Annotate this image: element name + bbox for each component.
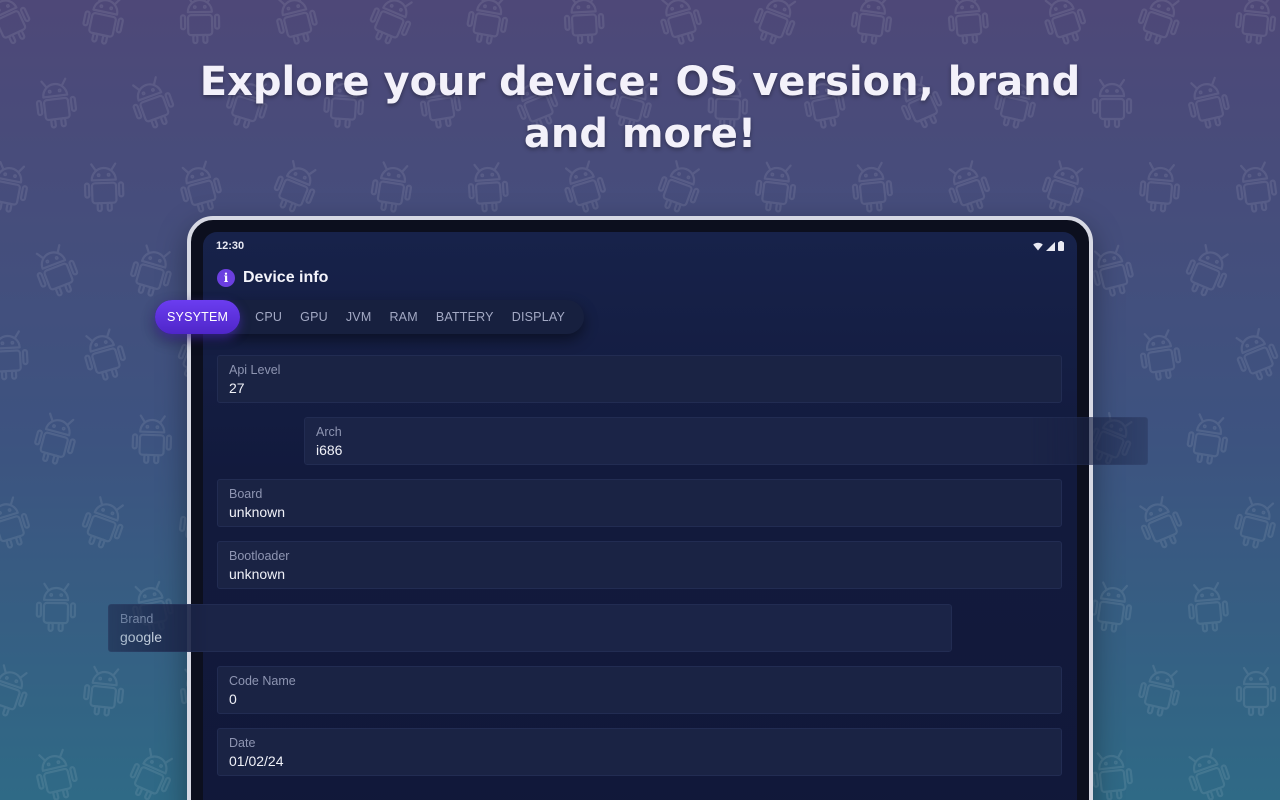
android-robot-icon	[35, 582, 77, 633]
android-robot-icon	[84, 328, 126, 381]
android-robot-icon	[131, 414, 173, 465]
info-card-code-name[interactable]: Code Name 0	[217, 666, 1062, 714]
android-robot-icon	[0, 161, 28, 213]
headline-line-1: Explore your device: OS version, brand	[199, 59, 1081, 105]
android-robot-icon	[1235, 328, 1279, 381]
tab-bar: SYSYTEM CPU GPU JVM RAM BATTERY DISPLAY	[155, 300, 585, 334]
android-robot-icon	[563, 0, 605, 45]
android-robot-icon	[1188, 748, 1231, 800]
android-robot-icon	[1269, 739, 1280, 800]
status-time: 12:30	[216, 240, 245, 252]
android-robot-icon	[130, 244, 172, 297]
info-label: Arch	[316, 425, 342, 439]
android-robot-icon	[1041, 160, 1084, 213]
device-screen: 12:30 i Device info SYSYTEM CPU GPU JVM …	[108, 232, 1148, 800]
tab-battery[interactable]: BATTERY	[427, 300, 503, 334]
info-value: unknown	[229, 504, 286, 520]
info-card-bootloader[interactable]: Bootloader unknown	[217, 541, 1062, 589]
android-robot-icon	[947, 0, 989, 45]
android-robot-icon	[180, 160, 222, 213]
android-robot-icon	[1138, 664, 1180, 717]
tab-system[interactable]: SYSYTEM	[155, 300, 241, 334]
android-robot-icon	[83, 162, 125, 213]
status-bar: 12:30	[216, 238, 1064, 254]
android-robot-icon	[1274, 408, 1280, 468]
headline: Explore your device: OS version, brand a…	[0, 56, 1280, 160]
android-robot-icon	[851, 161, 893, 213]
android-robot-icon	[1044, 0, 1087, 45]
android-robot-icon	[466, 0, 509, 45]
android-robot-icon	[36, 748, 78, 800]
android-robot-icon	[1235, 161, 1278, 213]
tab-ram[interactable]: RAM	[380, 300, 426, 334]
info-value: 0	[229, 691, 237, 707]
android-robot-icon	[35, 244, 79, 297]
wifi-icon	[1033, 242, 1043, 250]
headline-line-2: and more!	[523, 111, 757, 157]
android-robot-icon	[657, 160, 700, 213]
android-robot-icon	[1235, 0, 1277, 45]
android-robot-icon	[82, 0, 124, 45]
android-robot-icon	[1235, 666, 1277, 717]
android-robot-icon	[83, 665, 125, 717]
info-value: 27	[229, 380, 245, 396]
tab-jvm[interactable]: JVM	[337, 300, 381, 334]
info-value: 01/02/24	[229, 753, 284, 769]
info-label: Bootloader	[229, 549, 290, 563]
android-robot-icon	[370, 161, 413, 213]
info-card-brand[interactable]: Brand google	[108, 604, 952, 652]
info-card-arch[interactable]: Arch i686	[304, 417, 1148, 465]
android-robot-icon	[1139, 329, 1182, 381]
info-label: Date	[229, 736, 256, 750]
info-card-date[interactable]: Date 01/02/24	[217, 728, 1062, 776]
battery-icon	[1058, 241, 1064, 251]
android-robot-icon	[1137, 0, 1180, 45]
android-robot-icon	[1234, 496, 1276, 549]
android-robot-icon	[273, 160, 317, 213]
info-card-api-level[interactable]: Api Level 27	[217, 355, 1062, 403]
android-robot-icon	[1272, 238, 1280, 303]
app-title: Device info	[243, 269, 329, 286]
tab-cpu[interactable]: CPU	[246, 300, 291, 334]
info-value: google	[120, 629, 163, 645]
tablet-frame: 12:30 i Device info SYSYTEM CPU GPU JVM …	[108, 216, 1148, 800]
android-robot-icon	[467, 162, 509, 213]
info-value: unknown	[229, 566, 286, 582]
tab-display[interactable]: DISPLAY	[503, 300, 574, 334]
android-robot-icon	[81, 496, 124, 549]
info-icon: i	[217, 269, 235, 287]
android-robot-icon	[369, 0, 413, 45]
android-robot-icon	[1185, 243, 1229, 297]
android-robot-icon	[1269, 571, 1280, 642]
android-robot-icon	[1139, 495, 1183, 549]
info-label: Board	[229, 487, 263, 501]
status-icons	[1033, 241, 1064, 251]
app-bar: i Device info	[217, 266, 328, 290]
android-robot-icon	[1187, 581, 1229, 633]
android-robot-icon	[0, 496, 30, 549]
android-robot-icon	[754, 161, 797, 213]
android-robot-icon	[1186, 413, 1229, 465]
android-robot-icon	[179, 0, 221, 45]
android-robot-icon	[1139, 161, 1181, 213]
info-value: i686	[316, 442, 343, 458]
android-robot-icon	[276, 0, 318, 45]
android-robot-icon	[129, 747, 174, 800]
tab-gpu[interactable]: GPU	[291, 300, 337, 334]
info-label: Api Level	[229, 363, 281, 377]
info-label: Brand	[120, 612, 154, 626]
android-robot-icon	[948, 160, 991, 213]
info-card-board[interactable]: Board unknown	[217, 479, 1062, 527]
android-robot-icon	[0, 0, 31, 45]
android-robot-icon	[850, 0, 893, 45]
info-label: Code Name	[229, 674, 296, 688]
android-robot-icon	[0, 330, 29, 381]
signal-icon	[1046, 241, 1055, 251]
android-robot-icon	[34, 412, 76, 465]
android-robot-icon	[564, 160, 606, 213]
android-robot-icon	[0, 664, 28, 717]
android-robot-icon	[753, 0, 797, 45]
android-robot-icon	[660, 0, 702, 45]
